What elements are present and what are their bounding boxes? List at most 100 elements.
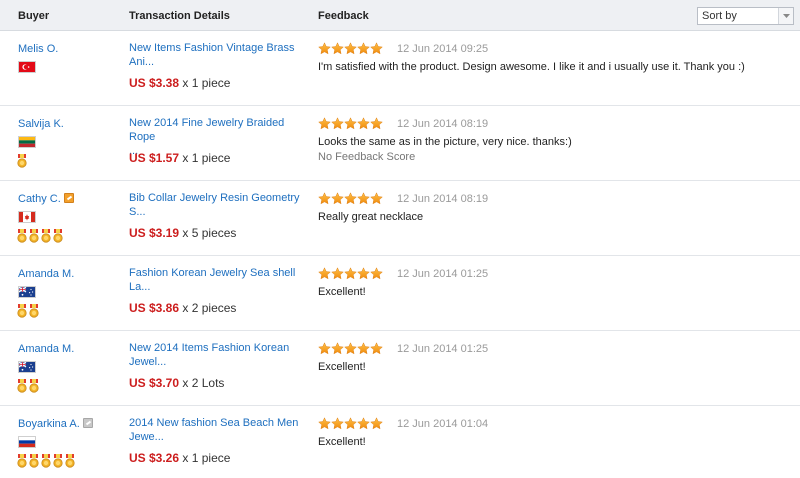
star-icon — [331, 117, 344, 130]
sort-by-label: Sort by — [702, 10, 737, 22]
buyer-name-link[interactable]: Amanda M. — [18, 268, 74, 280]
feedback-comment: I'm satisfied with the product. Design a… — [318, 61, 745, 73]
buyer-level-medals — [17, 154, 29, 168]
feedback-row: Salvija K. New 2014 Fine Jewelry Braided … — [0, 106, 800, 181]
buyer-level-medals — [17, 229, 65, 243]
feedback-date: 12 Jun 2014 08:19 — [397, 193, 489, 205]
buyer-name-link[interactable]: Melis O. — [18, 43, 58, 55]
quantity-value: x 5 pieces — [182, 226, 237, 240]
item-title-link[interactable]: New Items Fashion Vintage Brass Ani... — [129, 41, 307, 69]
medal-icon — [41, 229, 51, 243]
medal-icon — [17, 454, 27, 468]
star-icon — [357, 267, 370, 280]
country-flag-icon — [18, 211, 36, 223]
star-rating — [318, 267, 383, 280]
star-icon — [331, 342, 344, 355]
feedback-row: Amanda M. New 2014 Items Fashion Korean Je… — [0, 331, 800, 406]
star-icon — [318, 342, 331, 355]
buyer-name-link[interactable]: Cathy C. — [18, 193, 74, 205]
medal-icon — [17, 154, 27, 168]
star-icon — [357, 342, 370, 355]
country-flag-icon — [18, 436, 36, 448]
medal-icon — [29, 379, 39, 393]
star-rating — [318, 42, 383, 55]
buyer-badge-icon[interactable] — [82, 418, 93, 428]
star-icon — [318, 192, 331, 205]
medal-icon — [29, 454, 39, 468]
star-icon — [370, 117, 383, 130]
medal-icon — [29, 304, 39, 318]
column-header-feedback: Feedback — [318, 10, 369, 22]
item-title-link[interactable]: Bib Collar Jewelry Resin Geometry S... — [129, 191, 307, 219]
feedback-score-note: No Feedback Score — [318, 151, 416, 163]
feedback-comment: Excellent! — [318, 361, 366, 373]
feedback-comment: Excellent! — [318, 436, 366, 448]
price-quantity: US $3.19 x 5 pieces — [129, 226, 236, 240]
buyer-level-medals — [17, 304, 41, 318]
quantity-value: x 1 piece — [182, 76, 231, 90]
medal-icon — [65, 454, 75, 468]
feedback-date: 12 Jun 2014 01:25 — [397, 343, 489, 355]
price-value: US $3.26 — [129, 451, 180, 465]
quantity-value: x 2 Lots — [182, 376, 225, 390]
item-title-link[interactable]: Fashion Korean Jewelry Sea shell La... — [129, 266, 307, 294]
star-rating — [318, 417, 383, 430]
chevron-down-icon — [783, 14, 790, 18]
star-icon — [344, 267, 357, 280]
buyer-name-link[interactable]: Amanda M. — [18, 343, 74, 355]
medal-icon — [53, 454, 63, 468]
feedback-comment: Excellent! — [318, 286, 366, 298]
price-value: US $3.70 — [129, 376, 180, 390]
medal-icon — [17, 229, 27, 243]
star-icon — [318, 117, 331, 130]
price-value: US $3.19 — [129, 226, 180, 240]
medal-icon — [53, 229, 63, 243]
dropdown-arrow-button[interactable] — [778, 8, 793, 24]
star-icon — [344, 42, 357, 55]
table-header: Buyer Transaction Details Feedback Sort … — [0, 0, 800, 31]
feedback-date: 12 Jun 2014 08:19 — [397, 118, 489, 130]
quantity-value: x 1 piece — [182, 451, 231, 465]
country-flag-icon — [18, 136, 36, 148]
star-icon — [370, 267, 383, 280]
medal-icon — [41, 454, 51, 468]
star-icon — [370, 417, 383, 430]
star-icon — [331, 192, 344, 205]
quantity-value: x 2 pieces — [182, 301, 237, 315]
star-rating — [318, 117, 383, 130]
star-icon — [370, 192, 383, 205]
medal-icon — [17, 379, 27, 393]
star-icon — [370, 342, 383, 355]
feedback-row: Amanda M. Fashion Korean Jewelry Sea shel… — [0, 256, 800, 331]
star-icon — [344, 417, 357, 430]
star-icon — [331, 267, 344, 280]
price-value: US $1.57 — [129, 151, 180, 165]
star-icon — [331, 42, 344, 55]
star-icon — [357, 417, 370, 430]
sort-by-dropdown[interactable]: Sort by — [697, 7, 794, 25]
star-icon — [357, 117, 370, 130]
price-value: US $3.86 — [129, 301, 180, 315]
price-value: US $3.38 — [129, 76, 180, 90]
feedback-comment: Looks the same as in the picture, very n… — [318, 136, 572, 148]
buyer-name-link[interactable]: Salvija K. — [18, 118, 64, 130]
quantity-value: x 1 piece — [182, 151, 231, 165]
feedback-date: 12 Jun 2014 01:25 — [397, 268, 489, 280]
star-icon — [318, 417, 331, 430]
star-icon — [331, 417, 344, 430]
column-header-transaction-details: Transaction Details — [129, 10, 230, 22]
star-rating — [318, 192, 383, 205]
feedback-row: Melis O. New Items Fashion Vintage Brass A… — [0, 31, 800, 106]
star-rating — [318, 342, 383, 355]
item-title-link[interactable]: 2014 New fashion Sea Beach Men Jewe... — [129, 416, 307, 444]
star-icon — [370, 42, 383, 55]
star-icon — [357, 192, 370, 205]
price-quantity: US $3.70 x 2 Lots — [129, 376, 224, 390]
column-header-buyer: Buyer — [18, 10, 50, 22]
item-title-link[interactable]: New 2014 Items Fashion Korean Jewel... — [129, 341, 307, 369]
buyer-badge-icon[interactable] — [63, 193, 74, 203]
country-flag-icon — [18, 361, 36, 373]
buyer-name-link[interactable]: Boyarkina A. — [18, 418, 93, 430]
star-icon — [318, 42, 331, 55]
price-quantity: US $3.86 x 2 pieces — [129, 301, 236, 315]
